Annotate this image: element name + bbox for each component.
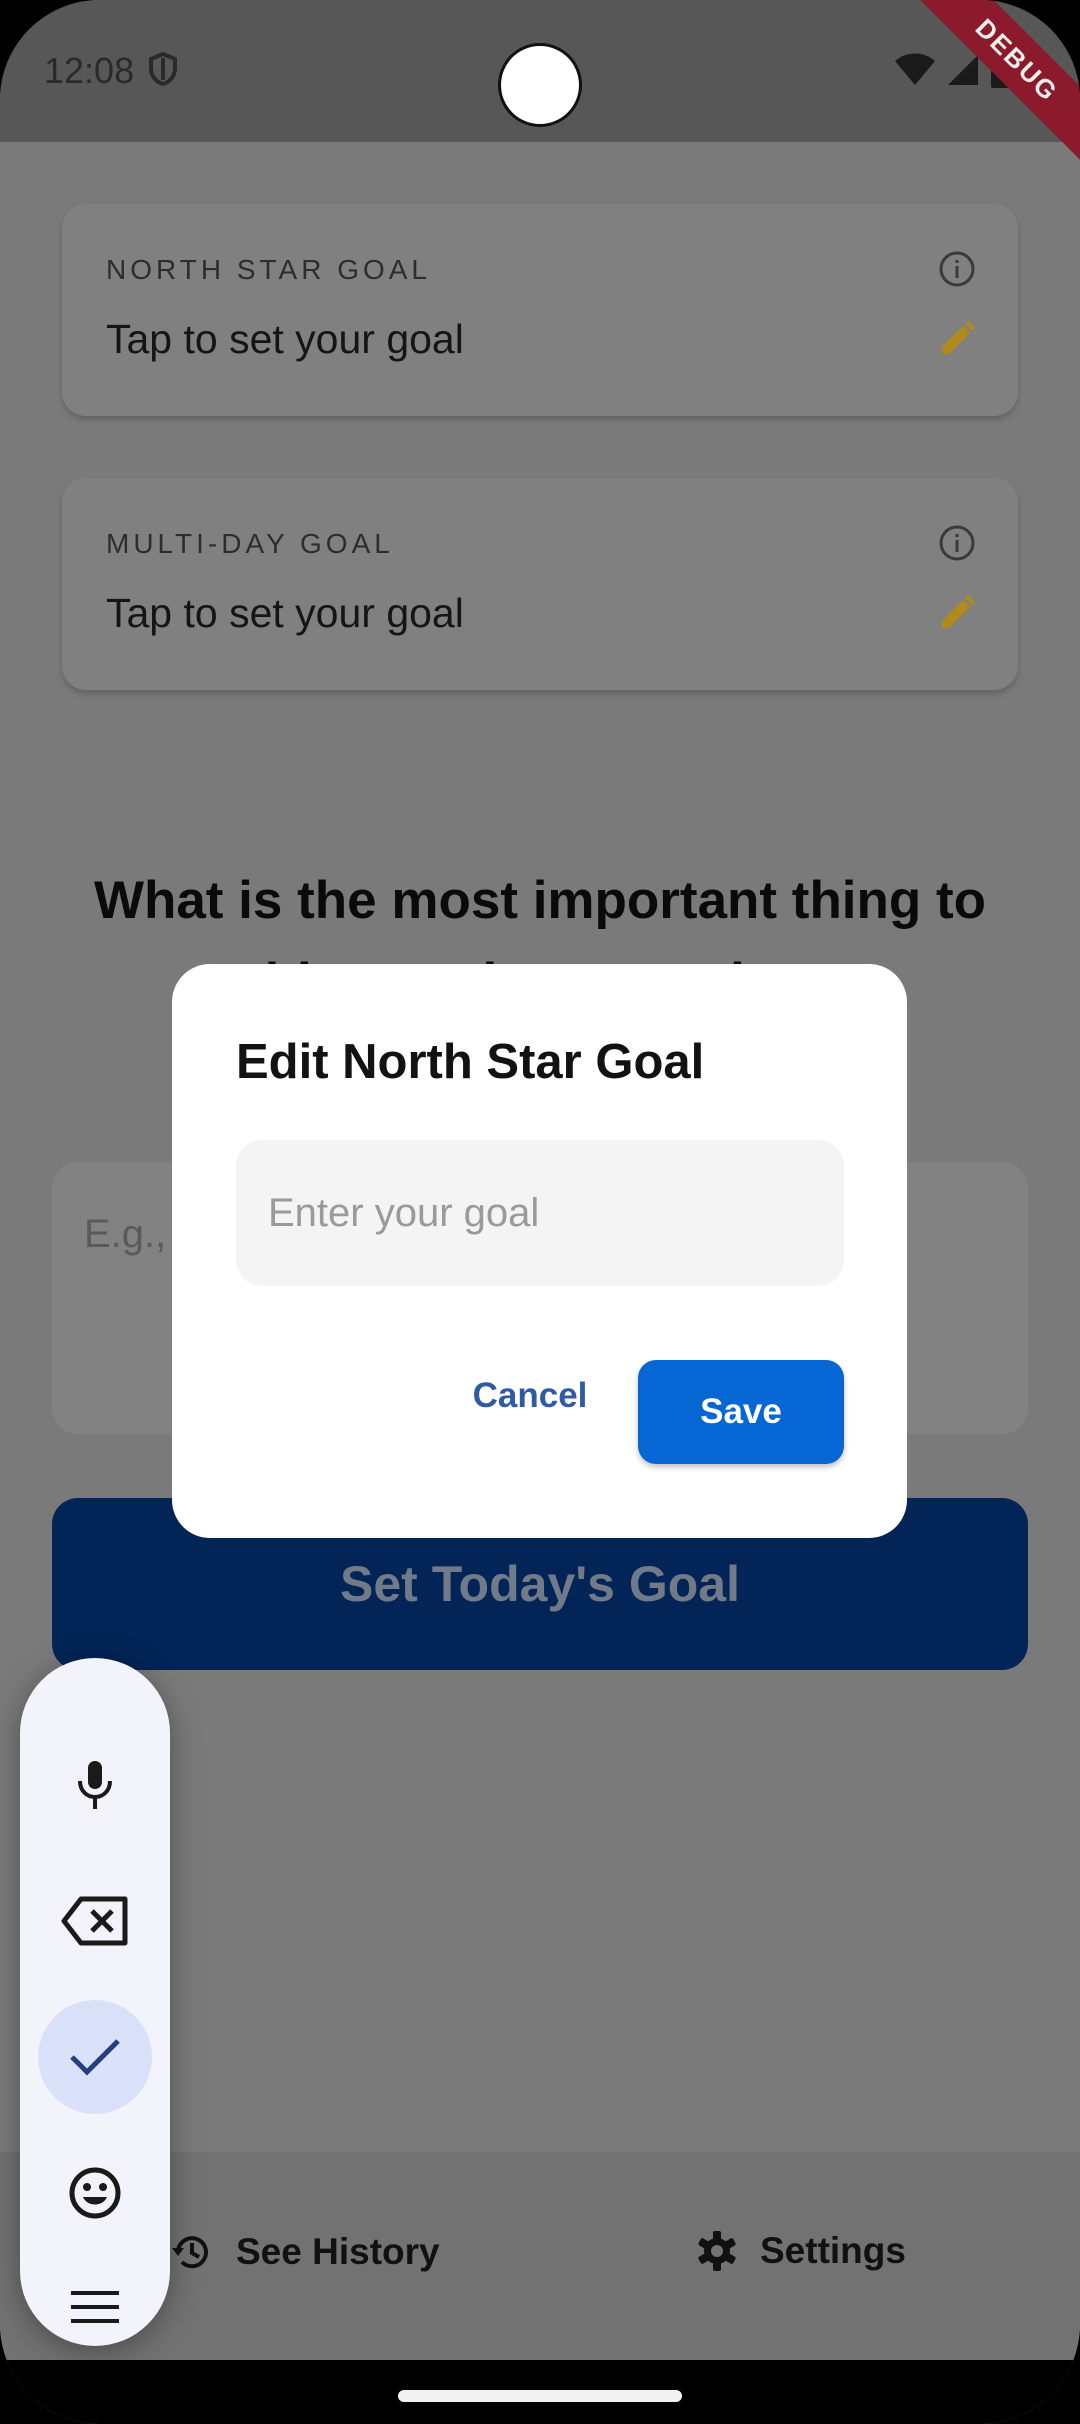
keyboard-toolbar [20,1658,170,2346]
dialog-title: Edit North Star Goal [236,1035,705,1089]
status-bar: 12:08 DEBUG [0,0,1080,167]
goal-input[interactable] [236,1140,844,1286]
info-icon[interactable] [938,524,976,562]
see-history-button[interactable]: See History [170,2230,440,2274]
home-indicator[interactable] [398,2390,682,2402]
card-label: MULTI-DAY GOAL [106,528,394,559]
emoji-icon [69,2167,121,2219]
shield-icon [149,52,177,86]
save-button[interactable]: Save [638,1360,844,1464]
multi-day-goal-card[interactable]: MULTI-DAY GOAL Tap to set your goal [62,478,1018,690]
goal-text-field[interactable] [236,1140,844,1286]
menu-button[interactable] [38,2272,152,2342]
daily-goal-placeholder: E.g., [84,1212,167,1256]
edit-icon[interactable] [938,320,976,358]
backspace-button[interactable] [38,1864,152,1978]
mic-button[interactable] [38,1728,152,1842]
app-screen: 12:08 DEBUG NORTH STAR GOAL Tap to set y… [0,0,1080,2424]
backspace-icon [61,1896,128,1946]
emoji-button[interactable] [38,2136,152,2250]
card-goal-text: Tap to set your goal [106,590,464,636]
wifi-icon [895,53,935,85]
cancel-button[interactable]: Cancel [446,1360,614,1432]
check-icon [70,2039,120,2076]
gesture-bar-area [0,2360,1080,2424]
menu-icon [71,2291,119,2323]
camera-cutout [498,43,582,127]
settings-button[interactable]: Settings [696,2230,906,2272]
info-icon[interactable] [938,250,976,288]
card-label: NORTH STAR GOAL [106,254,432,285]
history-icon [172,2236,208,2269]
status-time: 12:08 [44,50,135,91]
settings-label: Settings [760,2230,906,2271]
card-goal-text: Tap to set your goal [106,316,464,362]
mic-icon [78,1761,112,1809]
edit-goal-dialog: Edit North Star Goal Cancel Save [172,964,907,1538]
see-history-label: See History [236,2231,440,2272]
edit-icon[interactable] [938,594,976,632]
done-button[interactable] [38,2000,152,2114]
signal-icon [948,55,978,85]
north-star-goal-card[interactable]: NORTH STAR GOAL Tap to set your goal [62,204,1018,416]
gear-icon [698,2231,736,2271]
